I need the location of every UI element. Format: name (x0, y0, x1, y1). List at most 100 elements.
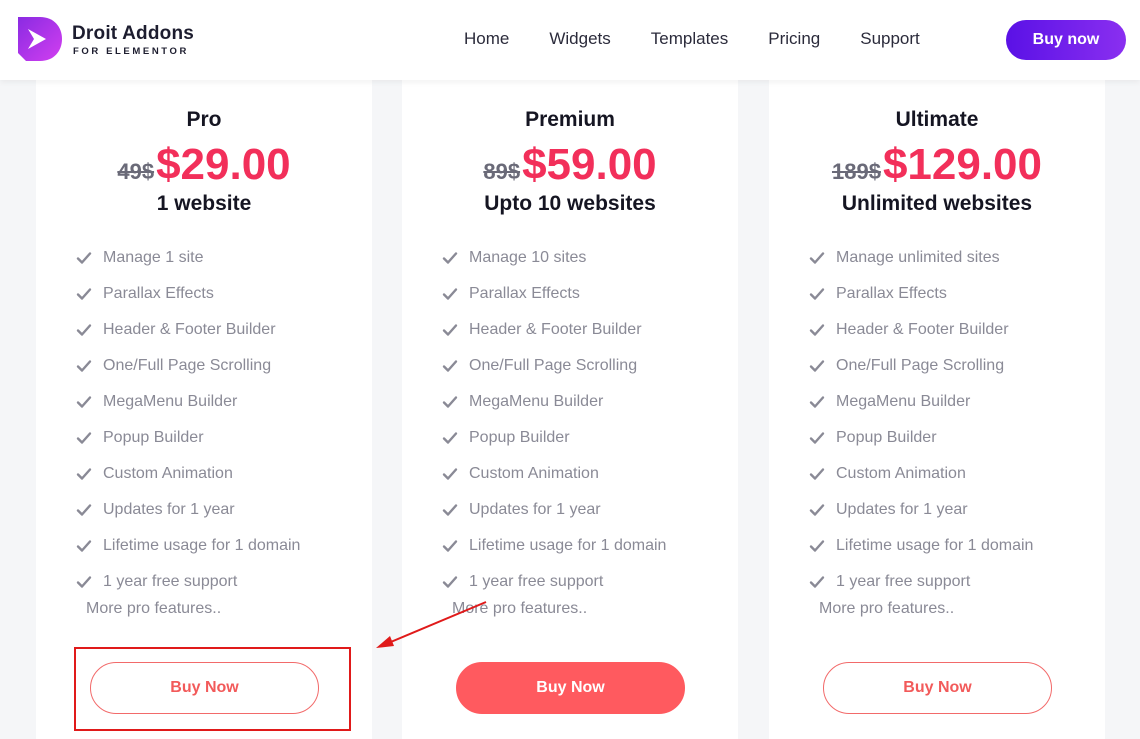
check-icon (76, 250, 92, 266)
current-price: $29.00 (156, 140, 291, 189)
feature-label: Parallax Effects (469, 285, 580, 302)
feature-label: Header & Footer Builder (836, 321, 1009, 338)
nav-templates[interactable]: Templates (651, 29, 728, 49)
check-icon (442, 466, 458, 482)
feature-item: Manage 1 site (76, 240, 300, 276)
nav-pricing[interactable]: Pricing (768, 29, 820, 49)
pricing-card-premium: Premium 89$ $59.00 Upto 10 websites Manage 1… (402, 80, 738, 739)
feature-label: Updates for 1 year (103, 501, 235, 518)
old-price: 49$ (117, 159, 155, 184)
main-nav: Home Widgets Templates Pricing Support (464, 29, 920, 49)
current-price: $59.00 (522, 140, 657, 189)
feature-label: Lifetime usage for 1 domain (469, 537, 667, 554)
feature-label: Popup Builder (469, 429, 570, 446)
brand-tagline: FOR ELEMENTOR (73, 46, 189, 57)
check-icon (809, 538, 825, 554)
feature-label: One/Full Page Scrolling (469, 357, 638, 374)
check-icon (76, 286, 92, 302)
brand-name[interactable]: Droit Addons (72, 23, 194, 45)
feature-item: 1 year free support (442, 564, 666, 600)
check-icon (442, 394, 458, 410)
header-buy-now-button[interactable]: Buy now (1006, 20, 1126, 60)
check-icon (809, 358, 825, 374)
price-row: 89$ $59.00 (402, 140, 738, 190)
feature-label: One/Full Page Scrolling (836, 357, 1005, 374)
feature-label: Custom Animation (469, 465, 599, 482)
check-icon (809, 502, 825, 518)
feature-item: MegaMenu Builder (442, 384, 666, 420)
buy-now-button[interactable]: Buy Now (90, 662, 319, 714)
check-icon (442, 358, 458, 374)
feature-label: MegaMenu Builder (469, 393, 604, 410)
feature-item: One/Full Page Scrolling (442, 348, 666, 384)
feature-label: Manage 1 site (103, 249, 204, 266)
feature-item: MegaMenu Builder (76, 384, 300, 420)
nav-home[interactable]: Home (464, 29, 509, 49)
check-icon (809, 394, 825, 410)
check-icon (76, 466, 92, 482)
feature-item: Updates for 1 year (76, 492, 300, 528)
buy-now-button[interactable]: Buy Now (823, 662, 1052, 714)
website-allowance: Unlimited websites (841, 192, 1033, 215)
feature-item: Header & Footer Builder (76, 312, 300, 348)
price-row: 49$ $29.00 (36, 140, 372, 190)
more-features-link[interactable]: More pro features.. (86, 600, 221, 618)
current-price: $129.00 (882, 140, 1042, 189)
check-icon (809, 322, 825, 338)
check-icon (442, 250, 458, 266)
feature-item: Parallax Effects (809, 276, 1033, 312)
check-icon (76, 430, 92, 446)
feature-item: MegaMenu Builder (809, 384, 1033, 420)
feature-item: Popup Builder (809, 420, 1033, 456)
feature-label: Parallax Effects (836, 285, 947, 302)
check-icon (76, 394, 92, 410)
check-icon (442, 538, 458, 554)
feature-list: Manage unlimited sites Parallax Effects He… (809, 240, 1033, 600)
pricing-card-pro: Pro 49$ $29.00 1 website Manage 1 site Parall… (36, 80, 372, 739)
feature-list: Manage 10 sites Parallax Effects Header & … (442, 240, 666, 600)
check-icon (76, 502, 92, 518)
feature-item: 1 year free support (76, 564, 300, 600)
feature-item: Updates for 1 year (809, 492, 1033, 528)
feature-label: Popup Builder (836, 429, 937, 446)
feature-label: 1 year free support (469, 573, 604, 590)
feature-label: Header & Footer Builder (103, 321, 276, 338)
feature-label: 1 year free support (103, 573, 238, 590)
feature-label: Custom Animation (836, 465, 966, 482)
feature-item: Lifetime usage for 1 domain (442, 528, 666, 564)
droit-logo-icon[interactable] (16, 15, 64, 63)
check-icon (442, 502, 458, 518)
feature-item: Lifetime usage for 1 domain (809, 528, 1033, 564)
feature-item: Custom Animation (76, 456, 300, 492)
feature-label: Lifetime usage for 1 domain (836, 537, 1034, 554)
website-allowance: Upto 10 websites (484, 192, 656, 215)
feature-item: Lifetime usage for 1 domain (76, 528, 300, 564)
nav-support[interactable]: Support (860, 29, 920, 49)
feature-label: Popup Builder (103, 429, 204, 446)
nav-widgets[interactable]: Widgets (549, 29, 610, 49)
check-icon (809, 466, 825, 482)
more-features-link[interactable]: More pro features.. (819, 600, 954, 618)
feature-label: Custom Animation (103, 465, 233, 482)
check-icon (809, 574, 825, 590)
feature-label: 1 year free support (836, 573, 971, 590)
site-header: Droit Addons FOR ELEMENTOR Home Widgets … (0, 0, 1140, 80)
feature-item: One/Full Page Scrolling (809, 348, 1033, 384)
feature-label: Parallax Effects (103, 285, 214, 302)
feature-item: Header & Footer Builder (442, 312, 666, 348)
feature-label: MegaMenu Builder (103, 393, 238, 410)
check-icon (809, 286, 825, 302)
feature-item: Custom Animation (809, 456, 1033, 492)
feature-label: MegaMenu Builder (836, 393, 971, 410)
feature-item: Manage unlimited sites (809, 240, 1033, 276)
feature-item: Custom Animation (442, 456, 666, 492)
feature-label: Manage unlimited sites (836, 249, 1000, 266)
plan-name: Pro (186, 108, 222, 131)
feature-label: Header & Footer Builder (469, 321, 642, 338)
check-icon (809, 250, 825, 266)
feature-item: Parallax Effects (76, 276, 300, 312)
buy-now-button[interactable]: Buy Now (456, 662, 685, 714)
plan-name: Premium (525, 108, 615, 131)
check-icon (76, 358, 92, 374)
more-features-link[interactable]: More pro features.. (452, 600, 587, 618)
